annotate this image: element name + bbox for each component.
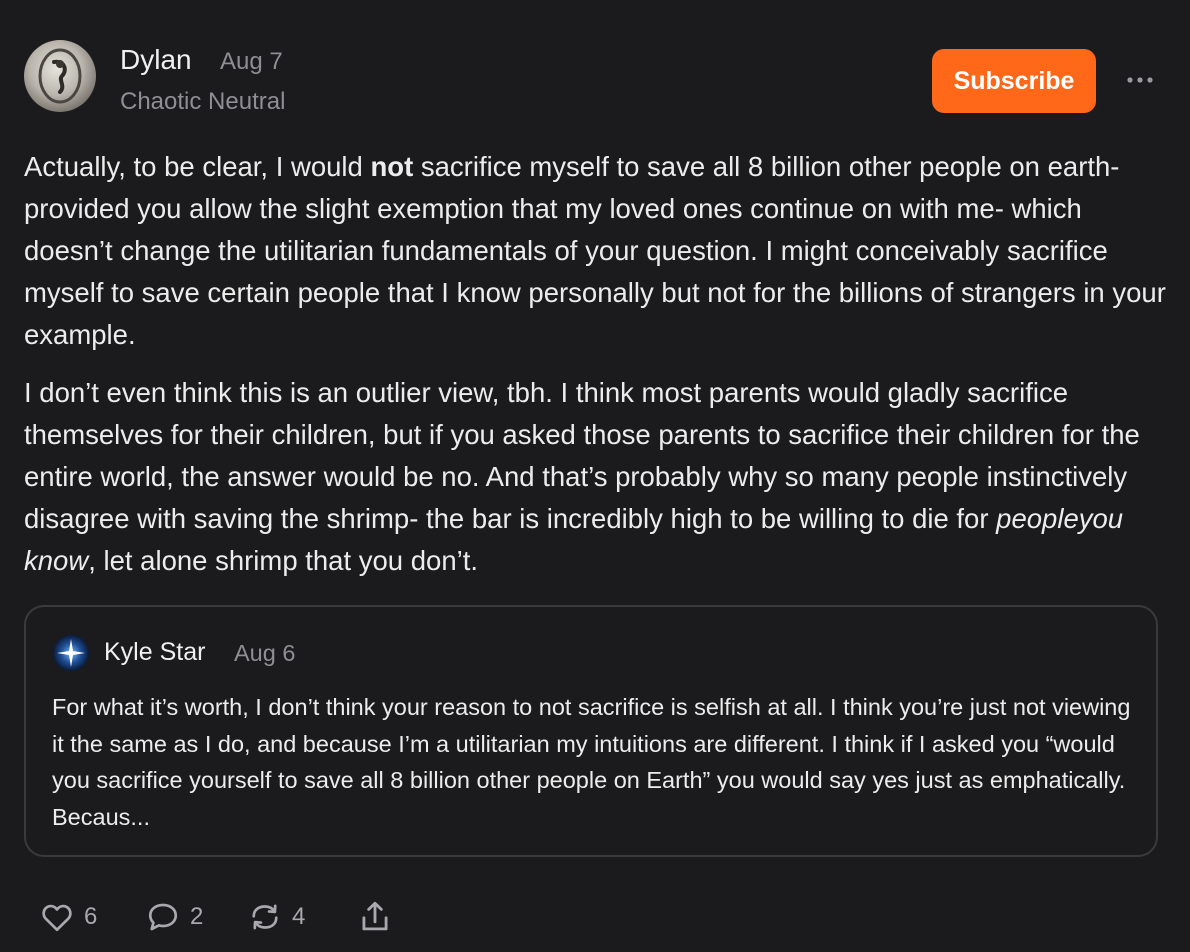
author-name[interactable]: Dylan <box>120 44 192 76</box>
author-avatar[interactable] <box>24 40 96 112</box>
more-icon <box>1127 77 1153 83</box>
like-button[interactable]: 6 <box>38 895 97 939</box>
paragraph-2: I don’t even think this is an outlier vi… <box>24 372 1174 582</box>
subscribe-button[interactable]: Subscribe <box>932 49 1096 113</box>
paragraph-1: Actually, to be clear, I would not sacri… <box>24 146 1174 356</box>
paragraph-1-text: Actually, to be clear, I would <box>24 151 371 182</box>
more-options-button[interactable] <box>1122 64 1158 96</box>
share-icon <box>362 901 388 931</box>
quoted-comment-card[interactable]: Kyle Star Aug 6 For what it’s worth, I d… <box>24 605 1158 857</box>
comment-icon <box>148 903 178 931</box>
quote-text: For what it’s worth, I don’t think your … <box>52 694 1131 830</box>
paragraph-2-text-cont: , let alone shrimp that you don’t. <box>88 545 479 576</box>
heart-icon <box>42 904 72 932</box>
quote-date: Aug 6 <box>234 640 296 666</box>
post-date[interactable]: Aug 7 <box>220 48 283 76</box>
quote-author-name[interactable]: Kyle Star <box>104 638 205 667</box>
bold-text: not <box>370 151 414 182</box>
comment-button[interactable]: 2 <box>144 895 203 939</box>
comment-count: 2 <box>190 903 204 930</box>
quote-author-avatar[interactable] <box>52 634 90 672</box>
restack-icon <box>252 904 278 930</box>
paragraph-2-text: I don’t even think this is an outlier vi… <box>24 377 1140 534</box>
post-body: Actually, to be clear, I would not sacri… <box>24 146 1174 598</box>
like-count: 6 <box>84 903 98 930</box>
author-subtitle: Chaotic Neutral <box>120 88 286 115</box>
restack-button[interactable]: 4 <box>246 895 305 939</box>
restack-count: 4 <box>292 903 306 930</box>
star-icon <box>53 635 89 671</box>
share-button[interactable] <box>356 895 394 939</box>
